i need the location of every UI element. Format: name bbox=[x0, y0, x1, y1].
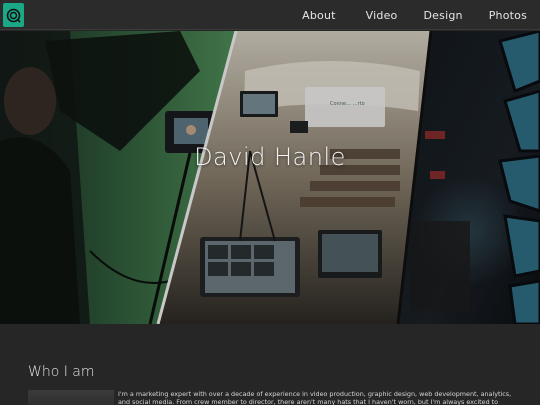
camera-lens-icon bbox=[6, 8, 21, 23]
nav-item-photos[interactable]: Photos bbox=[476, 9, 540, 22]
nav-item-about[interactable]: About bbox=[289, 9, 349, 22]
nav-item-design[interactable]: Design bbox=[411, 9, 476, 22]
profile-photo bbox=[28, 390, 114, 405]
logo[interactable] bbox=[3, 3, 24, 27]
main-nav: About Video Design Photos bbox=[289, 0, 540, 30]
about-section: Who I am I'm a marketing expert with ove… bbox=[0, 324, 540, 405]
about-heading: Who I am bbox=[28, 364, 95, 380]
hero-title: David Hanle bbox=[194, 143, 346, 171]
about-body-text: I'm a marketing expert with over a decad… bbox=[118, 390, 512, 405]
nav-item-video[interactable]: Video bbox=[353, 9, 411, 22]
hero-collage-image: Conne… …rto bbox=[0, 31, 540, 324]
hero-banner: Conne… …rto David Hanle bbox=[0, 31, 540, 324]
top-navbar: About Video Design Photos bbox=[0, 0, 540, 30]
